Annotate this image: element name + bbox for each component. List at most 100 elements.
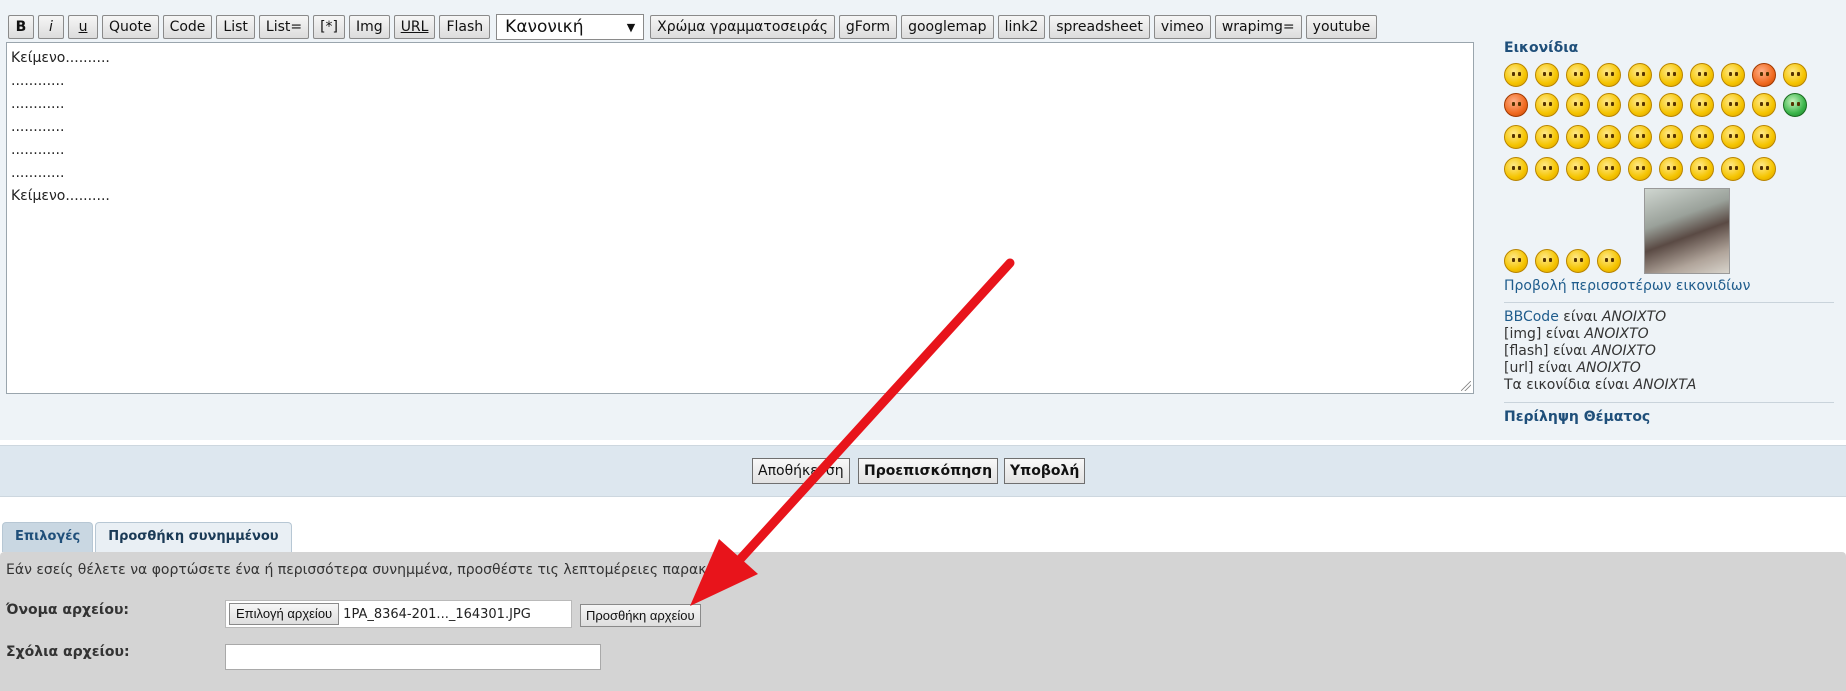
- smilies-row: [1504, 154, 1834, 184]
- smiley-icon[interactable]: [1566, 63, 1590, 87]
- youtube-button[interactable]: youtube: [1305, 15, 1378, 39]
- smiley-icon[interactable]: [1504, 93, 1528, 117]
- flash-button[interactable]: Flash: [439, 15, 491, 39]
- file-input[interactable]: Επιλογή αρχείου 1PA_8364-201..._164301.J…: [225, 600, 572, 628]
- flash-status-text: [flash] είναι: [1504, 343, 1592, 359]
- url-button[interactable]: URL: [393, 15, 436, 39]
- smiley-icon[interactable]: [1535, 157, 1559, 181]
- smiley-icon[interactable]: [1752, 125, 1776, 149]
- smiley-icon[interactable]: [1597, 249, 1621, 273]
- smiley-icon[interactable]: [1721, 93, 1745, 117]
- smilies-title: Εικονίδια: [1504, 40, 1579, 56]
- smiley-icon[interactable]: [1659, 63, 1683, 87]
- smilies-status-text: Τα εικονίδια είναι: [1504, 377, 1634, 393]
- font-size-value: Κανονική: [505, 17, 584, 37]
- img-status: [img] είναι ΑΝΟΙΧΤΟ: [1504, 326, 1834, 343]
- font-color-button[interactable]: Χρώμα γραμματοσειράς: [650, 15, 835, 39]
- url-status: [url] είναι ΑΝΟΙΧΤΟ: [1504, 360, 1834, 377]
- choose-file-button[interactable]: Επιλογή αρχείου: [229, 603, 340, 625]
- smiley-icon[interactable]: [1566, 125, 1590, 149]
- quote-button[interactable]: Quote: [102, 15, 159, 39]
- smiley-icon[interactable]: [1597, 125, 1621, 149]
- divider: [1504, 302, 1834, 303]
- smiley-icon[interactable]: [1628, 63, 1652, 87]
- smilies-sidebar: Εικονίδια Προβολή περισσοτέρων εικονιδίω…: [1504, 40, 1834, 425]
- tab-options[interactable]: Επιλογές: [2, 522, 94, 552]
- bold-button[interactable]: B: [8, 15, 34, 39]
- smilies-row: [1504, 90, 1834, 120]
- smiley-icon[interactable]: [1721, 125, 1745, 149]
- bbcode-status-text: είναι: [1558, 309, 1602, 325]
- save-button[interactable]: Αποθήκευση: [752, 458, 850, 484]
- smiley-icon[interactable]: [1566, 157, 1590, 181]
- smiley-icon[interactable]: [1783, 93, 1807, 117]
- smilies-status-value: ΑΝΟΙΧΤΑ: [1633, 377, 1697, 393]
- smiley-icon[interactable]: [1597, 93, 1621, 117]
- wrapimg-button[interactable]: wrapimg=: [1214, 15, 1302, 39]
- submit-button[interactable]: Υποβολή: [1004, 458, 1086, 484]
- message-line: ............: [11, 142, 65, 158]
- gform-button[interactable]: gForm: [838, 15, 898, 39]
- message-line: ............: [11, 165, 65, 181]
- selected-file-name: 1PA_8364-201..._164301.JPG: [343, 606, 531, 622]
- underline-button[interactable]: u: [68, 15, 98, 39]
- filename-label: Όνομα αρχείου:: [6, 602, 130, 618]
- message-line: Κείμενο..........: [11, 50, 110, 66]
- googlemap-button[interactable]: googlemap: [901, 15, 994, 39]
- smiley-icon[interactable]: [1628, 125, 1652, 149]
- link2-button[interactable]: link2: [997, 15, 1046, 39]
- add-file-button[interactable]: Προσθήκη αρχείου: [580, 604, 701, 627]
- smiley-icon[interactable]: [1783, 63, 1807, 87]
- dropdown-arrow-icon: ▼: [626, 20, 636, 34]
- resize-handle[interactable]: [1461, 381, 1471, 391]
- smiley-icon[interactable]: [1535, 125, 1559, 149]
- bbcode-status-value: ΑΝΟΙΧΤΟ: [1601, 309, 1667, 325]
- smiley-icon[interactable]: [1535, 93, 1559, 117]
- font-size-select[interactable]: Κανονική ▼: [496, 14, 645, 40]
- smiley-icon[interactable]: [1690, 93, 1714, 117]
- smiley-icon[interactable]: [1721, 157, 1745, 181]
- smiley-icon[interactable]: [1659, 93, 1683, 117]
- spreadsheet-button[interactable]: spreadsheet: [1049, 15, 1150, 39]
- smiley-icon[interactable]: [1690, 125, 1714, 149]
- list-item-button[interactable]: [*]: [313, 15, 346, 39]
- smiley-icon[interactable]: [1752, 63, 1776, 87]
- tab-add-attachment[interactable]: Προσθήκη συνημμένου: [95, 522, 292, 552]
- smiley-icon[interactable]: [1721, 63, 1745, 87]
- smiley-icon[interactable]: [1597, 157, 1621, 181]
- animated-smiley-image[interactable]: [1644, 188, 1730, 274]
- italic-button[interactable]: i: [38, 15, 64, 39]
- file-comment-input[interactable]: [225, 644, 601, 670]
- smiley-icon[interactable]: [1504, 125, 1528, 149]
- list-button[interactable]: List: [216, 15, 255, 39]
- smiley-icon[interactable]: [1628, 93, 1652, 117]
- smiley-icon[interactable]: [1628, 157, 1652, 181]
- bbcode-link[interactable]: BBCode: [1504, 309, 1559, 325]
- vimeo-button[interactable]: vimeo: [1153, 15, 1211, 39]
- img-status-value: ΑΝΟΙΧΤΟ: [1584, 326, 1649, 342]
- message-textarea[interactable]: Κείμενο.......... ............ .........…: [6, 42, 1474, 394]
- smiley-icon[interactable]: [1690, 63, 1714, 87]
- smiley-icon[interactable]: [1535, 249, 1559, 273]
- smiley-icon[interactable]: [1659, 157, 1683, 181]
- topic-review-link[interactable]: Περίληψη Θέματος: [1504, 409, 1834, 425]
- smiley-icon[interactable]: [1752, 157, 1776, 181]
- smiley-icon[interactable]: [1597, 63, 1621, 87]
- ordered-list-button[interactable]: List=: [258, 15, 310, 39]
- divider: [1504, 402, 1834, 403]
- smiley-icon[interactable]: [1659, 125, 1683, 149]
- smiley-icon[interactable]: [1566, 93, 1590, 117]
- smiley-icon[interactable]: [1566, 249, 1590, 273]
- preview-button[interactable]: Προεπισκόπηση: [858, 458, 999, 484]
- smiley-icon[interactable]: [1535, 63, 1559, 87]
- smiley-icon[interactable]: [1690, 157, 1714, 181]
- smiley-icon[interactable]: [1504, 63, 1528, 87]
- submit-bar: Αποθήκευση Προεπισκόπηση Υποβολή: [0, 445, 1846, 497]
- smiley-icon[interactable]: [1504, 157, 1528, 181]
- message-line: ............: [11, 73, 65, 89]
- view-more-smilies-link[interactable]: Προβολή περισσοτέρων εικονιδίων: [1504, 278, 1834, 294]
- img-button[interactable]: Img: [349, 15, 390, 39]
- smiley-icon[interactable]: [1504, 249, 1528, 273]
- code-button[interactable]: Code: [162, 15, 213, 39]
- smiley-icon[interactable]: [1752, 93, 1776, 117]
